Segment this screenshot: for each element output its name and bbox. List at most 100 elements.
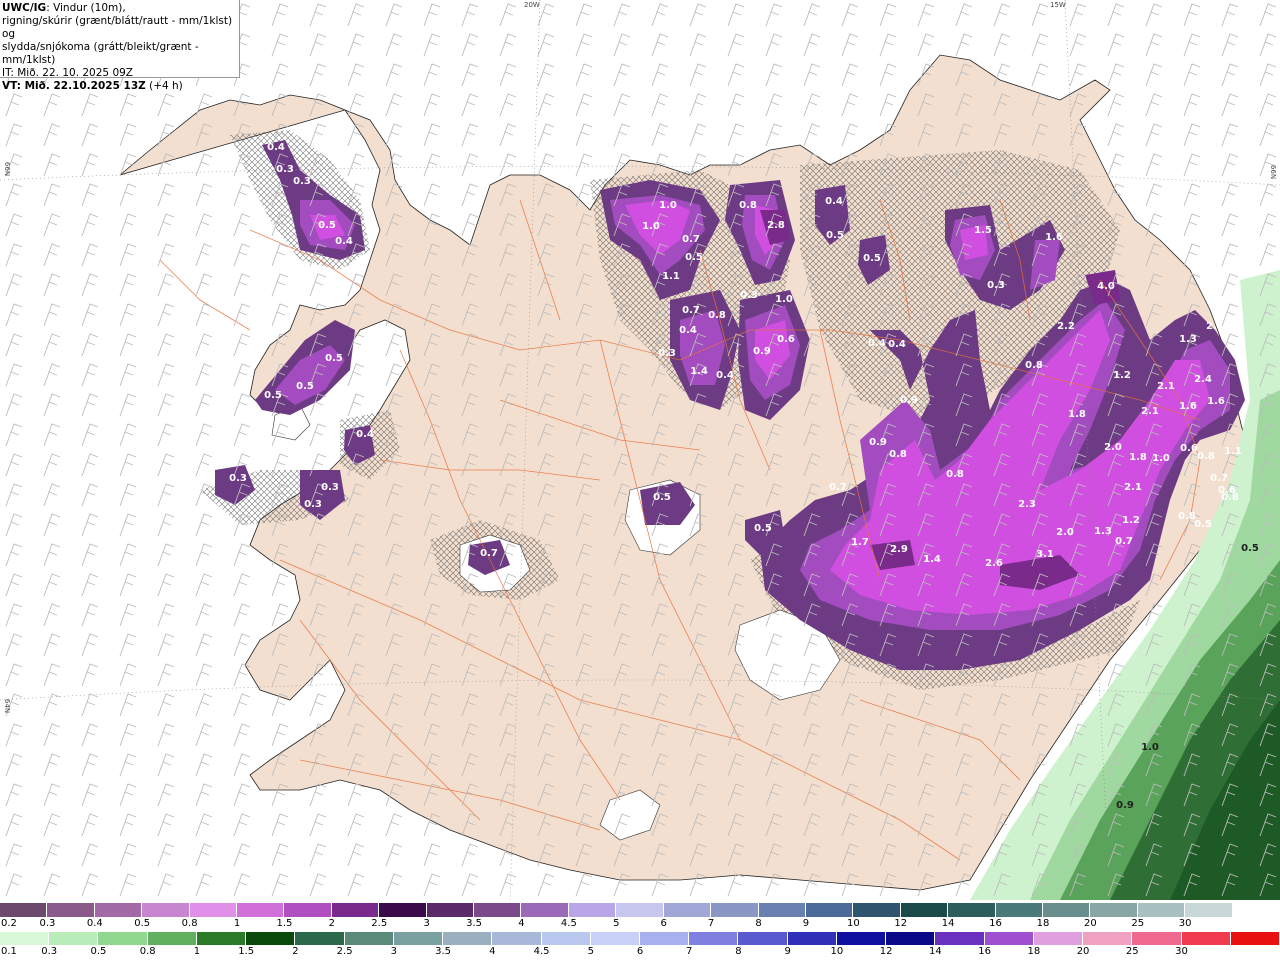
precip-amount-label: 0.4 [825,196,843,207]
snow-legend-tick: 1.5 [276,918,293,929]
info-line-2: rigning/skúrir (grænt/blátt/rautt - mm/1… [2,15,233,40]
precip-amount-label: 0.7 [682,234,700,245]
precip-amount-label: 1.0 [659,200,677,211]
rain-legend-tick: 6 [636,946,644,957]
snow-legend-tick: 4.5 [560,918,577,929]
rain-legend-tick: 18 [1027,946,1041,957]
precip-amount-label: 1.6 [1207,396,1225,407]
rain-legend-swatch [787,932,837,945]
snow-legend-swatch [663,903,712,917]
snow-legend-tick: 2.5 [371,918,388,929]
rain-legend-swatch [295,932,345,945]
precip-amount-label: 0.5 [1194,519,1212,530]
precip-amount-label: 0.9 [900,395,918,406]
snow-legend-swatch [474,903,522,917]
rain-legend-tick: 4.5 [533,946,550,957]
precip-amount-label: 0.5 [296,381,314,392]
map-canvas: 0.40.30.30.50.40.50.50.50.40.30.30.30.70… [0,0,1280,901]
rain-legend-tick: 4 [489,946,496,957]
precip-amount-label: 2.9 [890,544,908,555]
precip-amount-label: 0.8 [1221,492,1239,503]
snow-legend-swatch [711,903,759,917]
snow-legend-swatch [853,903,901,917]
product-subtitle: : Vindur (10m), [46,2,126,14]
snow-legend-tick: 3.5 [466,918,483,929]
snow-legend-tick: 3 [423,918,430,929]
precip-amount-label: 0.4 [335,236,353,247]
rain-legend-tick: 30 [1175,946,1188,957]
rain-legend-tick: 25 [1125,946,1139,957]
snow-legend-swatch [1137,903,1186,917]
precip-amount-label: 0.5 [325,353,343,364]
snow-legend-swatch [331,903,380,917]
lon-15w-label: 15W [1050,1,1066,9]
precip-amount-label: 1.0 [1152,453,1170,464]
rain-legend-swatch [344,932,394,945]
precip-amount-label: 0.8 [946,469,964,480]
snow-legend-tick: 6 [660,918,667,929]
snow-legend-swatch [521,903,569,917]
snow-legend-tick: 25 [1131,918,1145,929]
precip-amount-label: 2.1 [1206,321,1224,332]
snow-legend-swatch [94,903,143,917]
snow-legend-swatch [568,903,617,917]
snow-legend-swatch [805,903,854,917]
snow-legend-tick: 0.5 [134,918,151,929]
precip-amount-label: 2.4 [1194,374,1212,385]
rain-legend-tick: 14 [929,946,942,957]
precip-amount-label: 2.1 [1124,482,1142,493]
rain-legend-ticks: 0.1 0.3 0.5 0.8 1 1.5 2 2.5 3 3.5 4 4.5 5 6 7 8 9 10 12 14 1… [0,946,1280,958]
precip-amount-label: 1.4 [690,366,708,377]
precip-amount-label: 0.8 [1197,451,1215,462]
lat-66n-right-label: 66N [1269,164,1278,180]
weather-map[interactable]: 0.4 0.3 0.3 0.5 0.4 0.5 0.5 0.5 0.4 0.3 0.3 0.3 0.7 0… [0,0,1280,901]
snow-legend-swatch [426,903,475,917]
snow-legend-bar [0,903,1280,917]
precip-amount-label: 0.7 [1115,536,1133,547]
precip-amount-label: 0.3 [987,280,1005,291]
precip-amount-label: 0.4 [679,325,697,336]
rain-amount-label: 0.5 [1241,543,1259,554]
precip-amount-label: 0.7 [1210,473,1228,484]
rain-legend-swatch [1181,932,1231,945]
precip-amount-label: 3.1 [1036,549,1054,560]
wind-barbs [0,0,1280,900]
snow-legend-swatch [1090,903,1138,917]
precip-amount-label: 1.1 [1224,446,1242,457]
rain-legend-swatch [0,932,50,945]
precip-amount-label: 2.2 [1057,321,1075,332]
lat-64n-left-label: 64N [3,698,12,714]
precip-amount-label: 0.4 [888,339,906,350]
snow-legend-swatch [1185,903,1233,917]
rain-legend-swatch [836,932,887,945]
info-line-3: slydda/snjókoma (grátt/bleikt/grænt - mm… [2,41,199,66]
rain-legend-tick: 0.5 [90,946,107,957]
precip-amount-label: 0.8 [1025,360,1043,371]
rain-legend-swatch [147,932,197,945]
precip-amount-label: 1.7 [851,537,869,548]
snow-legend-swatch [237,903,285,917]
precip-amount-label: 2.8 [767,220,785,231]
precip-amount-label: 0.5 [318,220,336,231]
rain-amount-label: 1.0 [1141,742,1159,753]
precip-amount-label: 0.3 [229,473,247,484]
precip-amount-label: 0.5 [826,230,844,241]
snow-legend-tick: 7 [707,918,715,929]
precip-amount-label: 0.7 [682,305,700,316]
info-line-4: IT: Mið. 22. 10. 2025 09Z [2,67,133,79]
precip-amount-label: 2.1 [1157,381,1175,392]
snow-legend-tick: 5 [613,918,620,929]
precip-amount-label: 0.8 [739,200,757,211]
precip-amount-label: 1.5 [974,225,992,236]
snow-legend-swatch [0,903,48,917]
snow-legend-tick: 16 [989,918,1002,929]
precip-amount-label: 0.6 [1180,443,1198,454]
precip-amount-label: 0.3 [321,482,339,493]
precip-amount-label: 1.2 [1113,370,1131,381]
precip-amount-label: 0.4 [267,142,285,153]
rain-legend-bar [0,932,1280,945]
snow-legend-swatch [1042,903,1091,917]
precip-amount-label: 1.8 [1129,452,1147,463]
precip-amount-label: 0.8 [708,310,726,321]
rain-amount-label: 0.9 [1116,800,1134,811]
